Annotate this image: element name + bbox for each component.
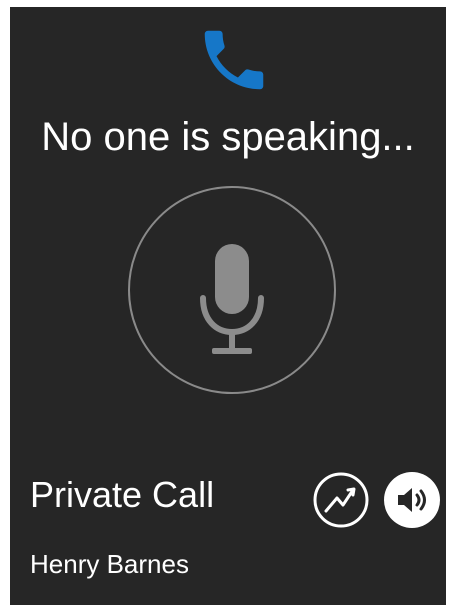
microphone-icon (194, 238, 270, 358)
call-type-label: Private Call (30, 474, 215, 515)
activity-icon (313, 472, 369, 528)
contact-name: Henry Barnes (30, 549, 189, 579)
push-to-talk-button[interactable] (128, 186, 336, 394)
call-status-text: No one is speaking... (41, 115, 415, 159)
activity-button[interactable] (312, 471, 370, 529)
speaker-button[interactable] (383, 471, 441, 529)
speaker-icon (384, 472, 440, 528)
call-screen: No one is speaking... Private Call Henry… (10, 7, 446, 605)
phone-icon (195, 19, 273, 101)
